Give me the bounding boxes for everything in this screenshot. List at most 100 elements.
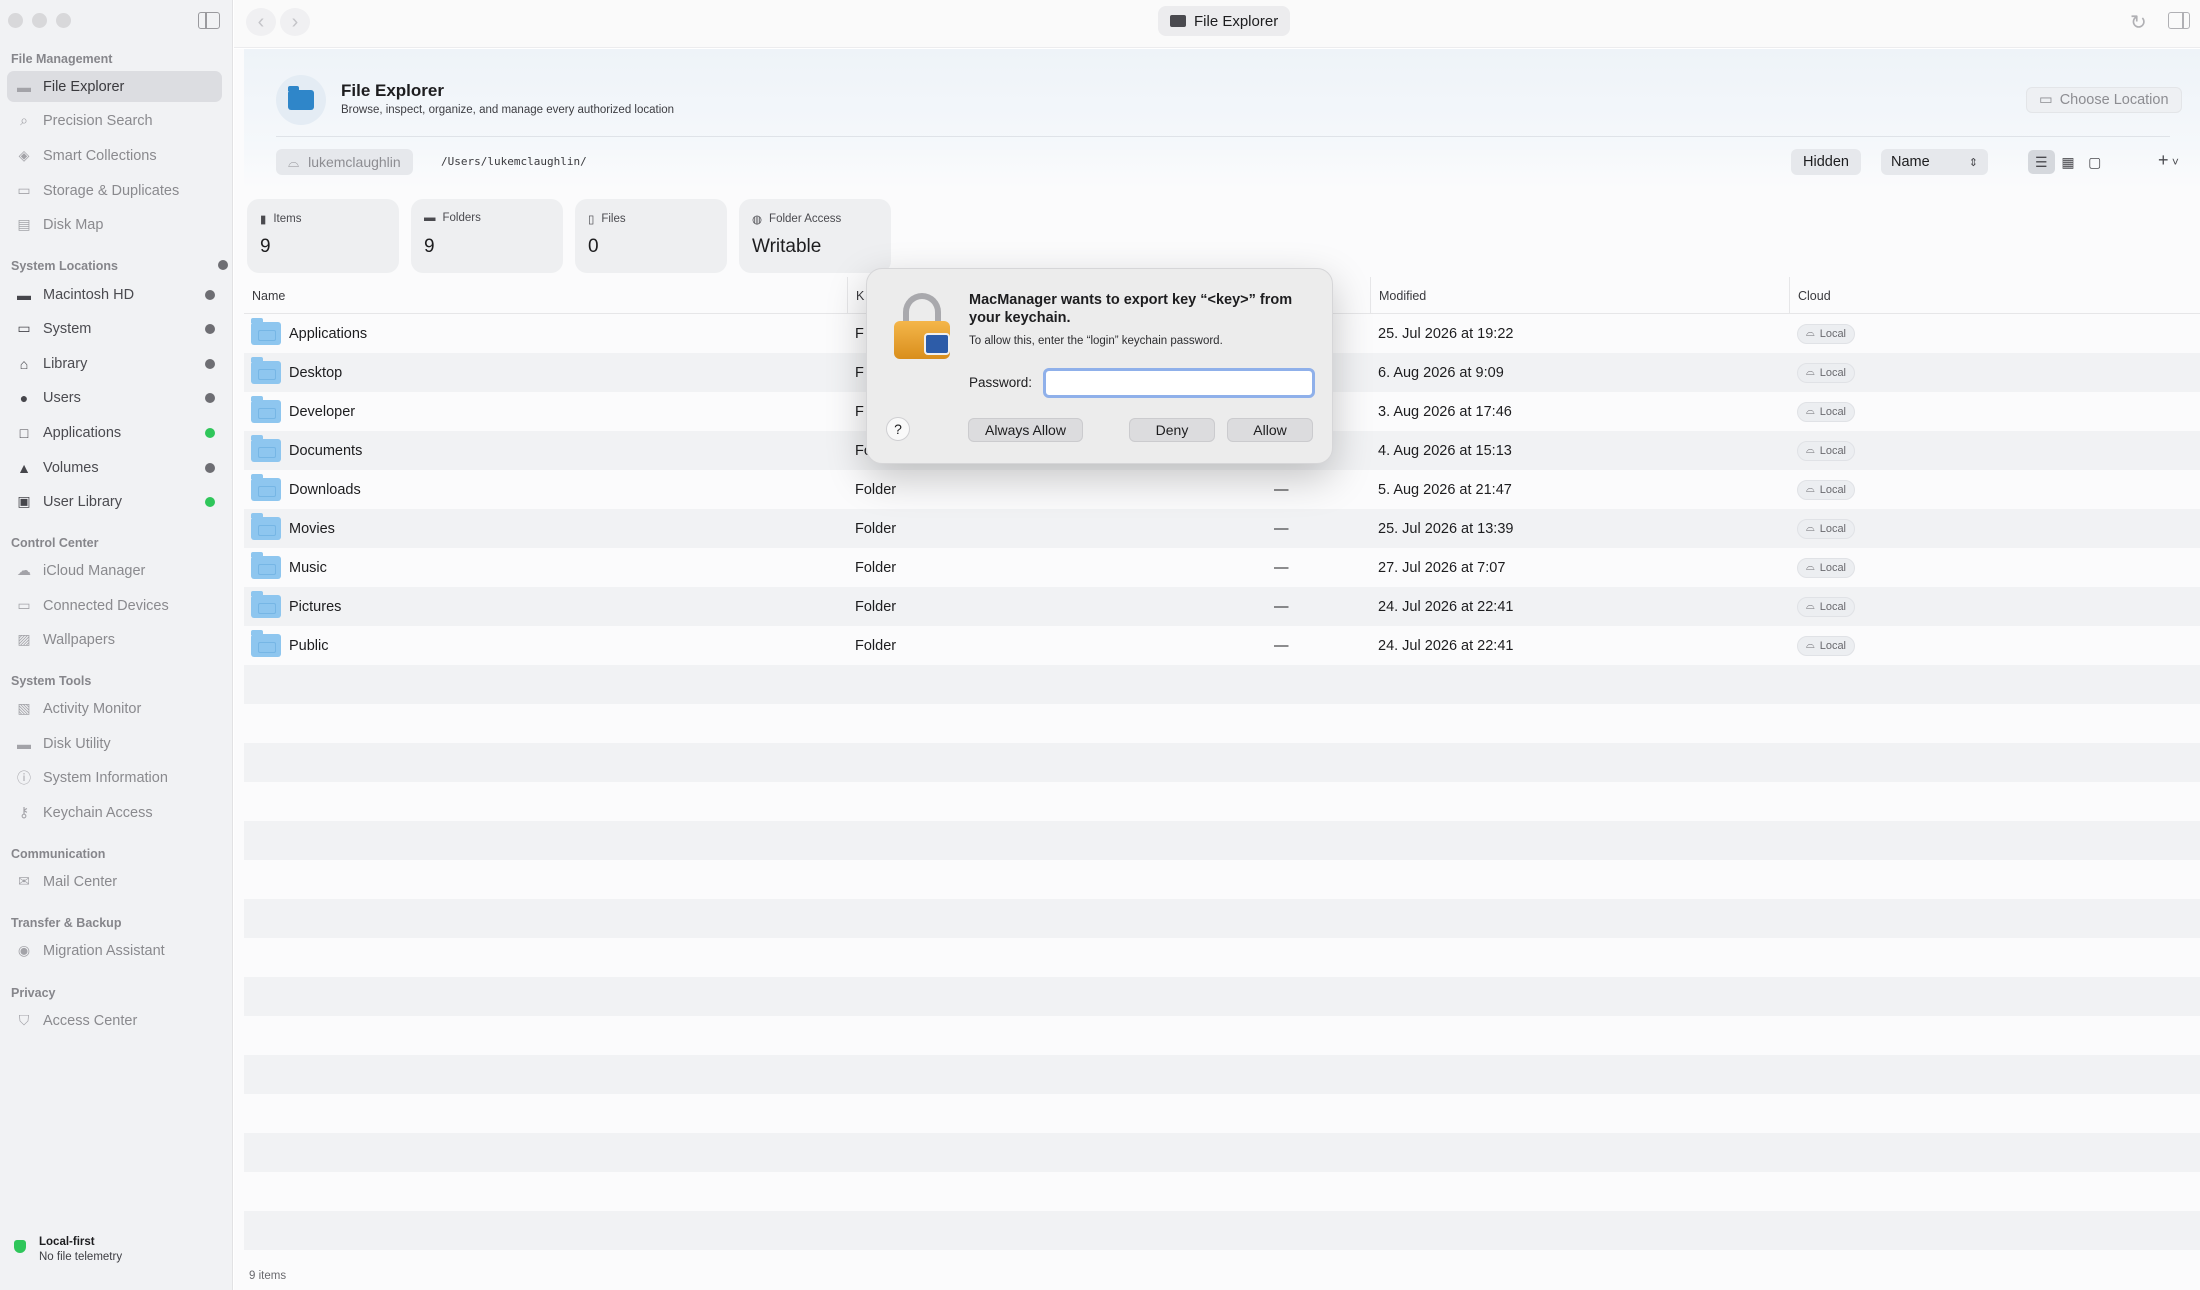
table-row[interactable]: Pictures Folder — 24. Jul 2026 at 22:41 ⌓ Loc… xyxy=(244,587,2200,626)
cloud-status-badge: ⌓ Local xyxy=(1797,401,1855,422)
keychain-lock-icon xyxy=(894,293,952,359)
back-button[interactable]: ‹ xyxy=(246,8,276,36)
sort-select[interactable]: Name ⇕ xyxy=(1881,149,1988,175)
sidebar-item-label: Precision Search xyxy=(43,112,153,129)
cloud-status-label: Local xyxy=(1819,444,1846,457)
breadcrumb-path: /Users/lukemclaughlin/ xyxy=(441,155,587,168)
sidebar-item-migration-assistant[interactable]: ◉ Migration Assistant xyxy=(7,935,222,966)
column-header-cloud[interactable]: Cloud xyxy=(1789,277,1831,314)
table-row[interactable]: Public Folder — 24. Jul 2026 at 22:41 ⌓ Local xyxy=(244,626,2200,665)
sidebar-item-wallpapers[interactable]: ▨ Wallpapers xyxy=(7,624,222,655)
page-header: File Explorer Browse, inspect, organize,… xyxy=(244,49,2200,189)
stat-card-items: ▮ Items 9 xyxy=(247,199,399,273)
breadcrumb-user[interactable]: ⌓ lukemclaughlin xyxy=(276,149,413,175)
name-cell: Music xyxy=(251,548,327,587)
folder-icon: ▬ xyxy=(424,212,436,224)
sidebar-item-smart-collections[interactable]: ◈ Smart Collections xyxy=(7,140,222,171)
folder-plus-icon: ▭ xyxy=(2039,92,2053,108)
main-content: File Explorer Browse, inspect, organize,… xyxy=(234,49,2200,1290)
table-row[interactable]: Movies Folder — 25. Jul 2026 at 13:39 ⌓ Local xyxy=(244,509,2200,548)
always-allow-button[interactable]: Always Allow xyxy=(968,418,1083,442)
name-cell: Downloads xyxy=(251,470,361,509)
cloud-status-badge: ⌓ Local xyxy=(1797,479,1855,500)
sidebar-item-mail-center[interactable]: ✉ Mail Center xyxy=(7,866,222,897)
kind-cell: Folder xyxy=(855,559,897,576)
cloud-status-label: Local xyxy=(1819,600,1846,613)
disk-icon: ▬ xyxy=(17,735,31,752)
sidebar-item-file-explorer[interactable]: ▬ File Explorer xyxy=(7,71,222,102)
size-cell: — xyxy=(1274,520,1289,537)
refresh-icon[interactable]: ↻ xyxy=(2130,10,2147,35)
sidebar-item-label: User Library xyxy=(43,493,122,510)
sidebar-item-applications[interactable]: □ Applications xyxy=(7,417,222,448)
section-file-management: File Management xyxy=(11,52,113,66)
sidebar-item-volumes[interactable]: ▲ Volumes xyxy=(7,452,222,483)
layers-icon: ◈ xyxy=(18,147,30,163)
name-cell: Pictures xyxy=(251,587,341,626)
sidebar-item-activity-monitor[interactable]: ▧ Activity Monitor xyxy=(7,693,222,724)
inspector-toggle-icon[interactable] xyxy=(2168,12,2190,29)
size-cell: — xyxy=(1274,598,1289,615)
sidebar-item-label: File Explorer xyxy=(43,78,125,95)
drive-icon: ▭ xyxy=(17,182,31,198)
close-window-button[interactable] xyxy=(8,13,23,28)
table-row[interactable]: Downloads Folder — 5. Aug 2026 at 21:47 ⌓ Loc… xyxy=(244,470,2200,509)
sidebar-item-users[interactable]: ● Users xyxy=(7,382,222,413)
modified-cell: 24. Jul 2026 at 22:41 xyxy=(1378,637,1514,654)
sidebar-item-label: Activity Monitor xyxy=(43,700,142,717)
allow-button[interactable]: Allow xyxy=(1227,418,1313,442)
column-header-kind[interactable]: K xyxy=(847,277,864,314)
list-view-icon[interactable]: ☰ xyxy=(2028,150,2055,174)
sidebar-item-label: Storage & Duplicates xyxy=(43,182,180,199)
sidebar-item-system[interactable]: ▭ System xyxy=(7,313,222,344)
sidebar-item-connected-devices[interactable]: ▭ Connected Devices xyxy=(7,590,222,621)
sidebar-item-icloud-manager[interactable]: ☁ iCloud Manager xyxy=(7,555,222,586)
status-dot-icon xyxy=(205,427,215,438)
drive-icon: ⌓ xyxy=(1806,600,1815,612)
table-row-empty xyxy=(244,1211,2200,1250)
column-header-modified[interactable]: Modified xyxy=(1370,277,1426,314)
table-row-empty xyxy=(244,743,2200,782)
sidebar-item-precision-search[interactable]: ⌕ Precision Search xyxy=(7,105,222,136)
sidebar-item-system-information[interactable]: ⓘ System Information xyxy=(7,762,222,793)
kind-cell: Folder xyxy=(855,637,897,654)
add-menu-button[interactable]: + ˅ xyxy=(2158,150,2179,171)
name-cell: Movies xyxy=(251,509,335,548)
forward-button[interactable]: › xyxy=(280,8,310,36)
password-field[interactable] xyxy=(1043,368,1315,398)
sidebar-item-label: Macintosh HD xyxy=(43,286,135,303)
sidebar-item-macintosh-hd[interactable]: ▬ Macintosh HD xyxy=(7,279,222,310)
sidebar-item-library[interactable]: ⌂ Library xyxy=(7,348,222,379)
deny-button[interactable]: Deny xyxy=(1129,418,1215,442)
item-count: 9 items xyxy=(249,1270,287,1282)
choose-location-button[interactable]: ▭ Choose Location xyxy=(2026,87,2182,113)
cloud-cell: ⌓ Local xyxy=(1797,353,1855,392)
status-dot-icon xyxy=(205,358,215,369)
drive-icon: ⌓ xyxy=(1806,366,1815,378)
document-icon: ▮ xyxy=(260,214,267,226)
table-row[interactable]: Music Folder — 27. Jul 2026 at 7:07 ⌓ Local xyxy=(244,548,2200,587)
sidebar-item-disk-map[interactable]: ▤ Disk Map xyxy=(7,209,222,240)
plus-icon: + xyxy=(2158,150,2169,170)
zoom-window-button[interactable] xyxy=(56,13,71,28)
help-button[interactable]: ? xyxy=(886,417,910,441)
sidebar-item-keychain-access[interactable]: ⚷ Keychain Access xyxy=(7,797,222,828)
grid-view-icon[interactable]: ▦ xyxy=(2055,150,2082,174)
sidebar-item-access-center[interactable]: ⛉ Access Center xyxy=(7,1005,222,1036)
privacy-subtitle: No file telemetry xyxy=(39,1251,123,1263)
gallery-view-icon[interactable]: ▢ xyxy=(2081,150,2108,174)
modified-cell: 27. Jul 2026 at 7:07 xyxy=(1378,559,1506,576)
minimize-window-button[interactable] xyxy=(32,13,47,28)
sidebar-item-disk-utility[interactable]: ▬ Disk Utility xyxy=(7,728,222,759)
cloud-status-label: Local xyxy=(1819,405,1846,418)
sidebar-item-user-library[interactable]: ▣ User Library xyxy=(7,486,222,517)
hidden-toggle-button[interactable]: Hidden xyxy=(1791,149,1861,175)
cloud-status-label: Local xyxy=(1819,522,1846,535)
sidebar-toggle-icon[interactable] xyxy=(198,12,220,29)
sidebar-item-storage-duplicates[interactable]: ▭ Storage & Duplicates xyxy=(7,175,222,206)
image-icon: ▨ xyxy=(17,631,31,647)
table-row-empty xyxy=(244,938,2200,977)
column-header-name[interactable]: Name xyxy=(244,277,285,314)
stat-label: Folders xyxy=(442,212,481,224)
modified-cell: 3. Aug 2026 at 17:46 xyxy=(1378,403,1512,420)
